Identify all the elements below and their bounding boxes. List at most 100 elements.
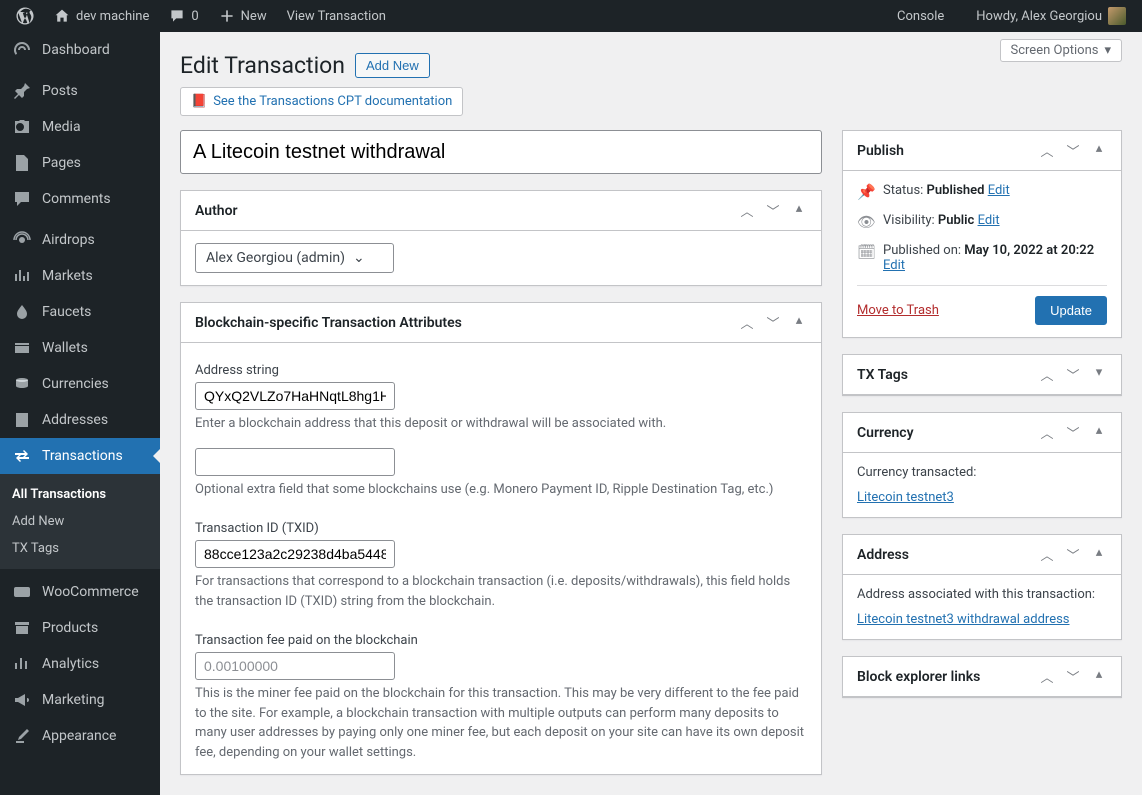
move-down-icon[interactable]: ﹀ [1065, 423, 1081, 442]
blockchain-attributes-metabox: Blockchain-specific Transaction Attribut… [180, 302, 822, 775]
sidebar-item-analytics[interactable]: Analytics [0, 646, 160, 682]
update-button[interactable]: Update [1035, 296, 1107, 325]
sidebar-item-label: Appearance [42, 728, 116, 744]
toggle-panel-icon[interactable]: ▴ [1091, 141, 1107, 160]
view-transaction[interactable]: View Transaction [279, 0, 394, 32]
sidebar-item-posts[interactable]: Posts [0, 73, 160, 109]
sidebar-item-label: Faucets [42, 304, 91, 320]
sidebar-item-label: Comments [42, 191, 111, 207]
toggle-panel-icon[interactable]: ▴ [1091, 667, 1107, 686]
edit-status-link[interactable]: Edit [988, 183, 1010, 198]
chart-icon [12, 266, 32, 286]
move-down-icon[interactable]: ﹀ [765, 313, 781, 332]
sidebar-item-media[interactable]: Media [0, 109, 160, 145]
fee-help: This is the miner fee paid on the blockc… [195, 684, 807, 762]
wallet-icon [12, 338, 32, 358]
sidebar-item-airdrops[interactable]: Airdrops [0, 222, 160, 258]
sidebar-item-pages[interactable]: Pages [0, 145, 160, 181]
toggle-panel-icon[interactable]: ▾ [1091, 365, 1107, 384]
sidebar-item-products[interactable]: Products [0, 610, 160, 646]
submenu-item-add-new[interactable]: Add New [0, 508, 160, 535]
home-icon [54, 8, 70, 24]
txid-input[interactable] [195, 540, 395, 568]
page-title: Edit Transaction [180, 52, 345, 79]
move-up-icon[interactable]: ︿ [739, 313, 755, 332]
sidebar-item-comments[interactable]: Comments [0, 181, 160, 217]
sidebar-item-faucets[interactable]: Faucets [0, 294, 160, 330]
edit-date-link[interactable]: Edit [883, 258, 905, 273]
currency-heading: Currency [857, 425, 914, 441]
pin-icon: 📌 [857, 183, 873, 201]
move-down-icon[interactable]: ﹀ [1065, 545, 1081, 564]
howdy-text: Howdy, Alex Georgiou [976, 9, 1102, 24]
sidebar-item-addresses[interactable]: Addresses [0, 402, 160, 438]
publish-metabox: Publish ︿ ﹀ ▴ 📌 Status: Published Edit [842, 130, 1122, 338]
sidebar-item-appearance[interactable]: Appearance [0, 718, 160, 754]
new-label: New [241, 9, 267, 24]
comment-icon [12, 189, 32, 209]
tx-tags-heading: TX Tags [857, 367, 908, 383]
eye-icon: 👁 [857, 213, 873, 231]
site-name[interactable]: dev machine [46, 0, 157, 32]
add-new-button[interactable]: Add New [355, 53, 430, 78]
coins-icon [12, 374, 32, 394]
submenu-item-tx-tags[interactable]: TX Tags [0, 535, 160, 562]
address-heading: Address [857, 547, 909, 563]
calendar-icon: 🗓 [857, 243, 873, 261]
move-up-icon[interactable]: ︿ [1039, 667, 1055, 686]
sidebar-item-label: Transactions [42, 448, 123, 464]
address-link[interactable]: Litecoin testnet3 withdrawal address [857, 612, 1070, 627]
move-up-icon[interactable]: ︿ [1039, 545, 1055, 564]
documentation-link[interactable]: 📕 See the Transactions CPT documentation [180, 87, 463, 116]
move-down-icon[interactable]: ﹀ [765, 201, 781, 220]
move-down-icon[interactable]: ﹀ [1065, 365, 1081, 384]
sidebar-item-wallets[interactable]: Wallets [0, 330, 160, 366]
sidebar-item-label: Wallets [42, 340, 88, 356]
post-title-input[interactable] [180, 130, 822, 174]
screen-options-toggle[interactable]: Screen Options ▾ [1000, 39, 1123, 62]
archive-icon [12, 618, 32, 638]
address-label: Address associated with this transaction… [857, 587, 1107, 602]
extra-field-input[interactable] [195, 448, 395, 476]
chevron-down-icon: ⌄ [353, 250, 365, 266]
move-up-icon[interactable]: ︿ [1039, 365, 1055, 384]
comments-bubble[interactable]: 0 [161, 0, 206, 32]
author-select[interactable]: Alex Georgiou (admin) ⌄ [195, 243, 394, 273]
sidebar-item-marketing[interactable]: Marketing [0, 682, 160, 718]
airdrop-icon [12, 230, 32, 250]
sidebar-item-transactions[interactable]: Transactions [0, 438, 160, 474]
faucet-icon [12, 302, 32, 322]
currency-metabox: Currency ︿ ﹀ ▴ Currency transacted: Lite… [842, 412, 1122, 518]
sidebar-item-woocommerce[interactable]: WooCommerce [0, 574, 160, 610]
move-down-icon[interactable]: ﹀ [1065, 667, 1081, 686]
move-to-trash-link[interactable]: Move to Trash [857, 303, 939, 318]
address-string-input[interactable] [195, 382, 395, 410]
sidebar-submenu: All TransactionsAdd NewTX Tags [0, 474, 160, 569]
submenu-item-all-transactions[interactable]: All Transactions [0, 481, 160, 508]
sidebar-item-markets[interactable]: Markets [0, 258, 160, 294]
fee-input[interactable] [195, 652, 395, 680]
user-account[interactable]: Howdy, Alex Georgiou [968, 0, 1134, 32]
sidebar-item-dashboard[interactable]: Dashboard [0, 32, 160, 68]
move-up-icon[interactable]: ︿ [739, 201, 755, 220]
tx-tags-metabox: TX Tags ︿ ﹀ ▾ [842, 354, 1122, 396]
currency-link[interactable]: Litecoin testnet3 [857, 490, 954, 505]
console-link[interactable]: Console [889, 0, 952, 32]
move-down-icon[interactable]: ﹀ [1065, 141, 1081, 160]
admin-bar: dev machine 0 New View Transaction Conso… [0, 0, 1142, 32]
move-up-icon[interactable]: ︿ [1039, 141, 1055, 160]
toggle-panel-icon[interactable]: ▴ [1091, 423, 1107, 442]
move-up-icon[interactable]: ︿ [1039, 423, 1055, 442]
toggle-panel-icon[interactable]: ▴ [791, 313, 807, 332]
sidebar-item-label: WooCommerce [42, 584, 139, 600]
wp-logo[interactable] [8, 0, 42, 32]
pin-icon [12, 81, 32, 101]
sidebar-item-currencies[interactable]: Currencies [0, 366, 160, 402]
address-string-help: Enter a blockchain address that this dep… [195, 414, 807, 434]
wordpress-icon [16, 7, 34, 25]
new-content[interactable]: New [211, 0, 275, 32]
edit-visibility-link[interactable]: Edit [978, 213, 1000, 228]
extra-field-help: Optional extra field that some blockchai… [195, 480, 807, 500]
toggle-panel-icon[interactable]: ▴ [1091, 545, 1107, 564]
toggle-panel-icon[interactable]: ▴ [791, 201, 807, 220]
